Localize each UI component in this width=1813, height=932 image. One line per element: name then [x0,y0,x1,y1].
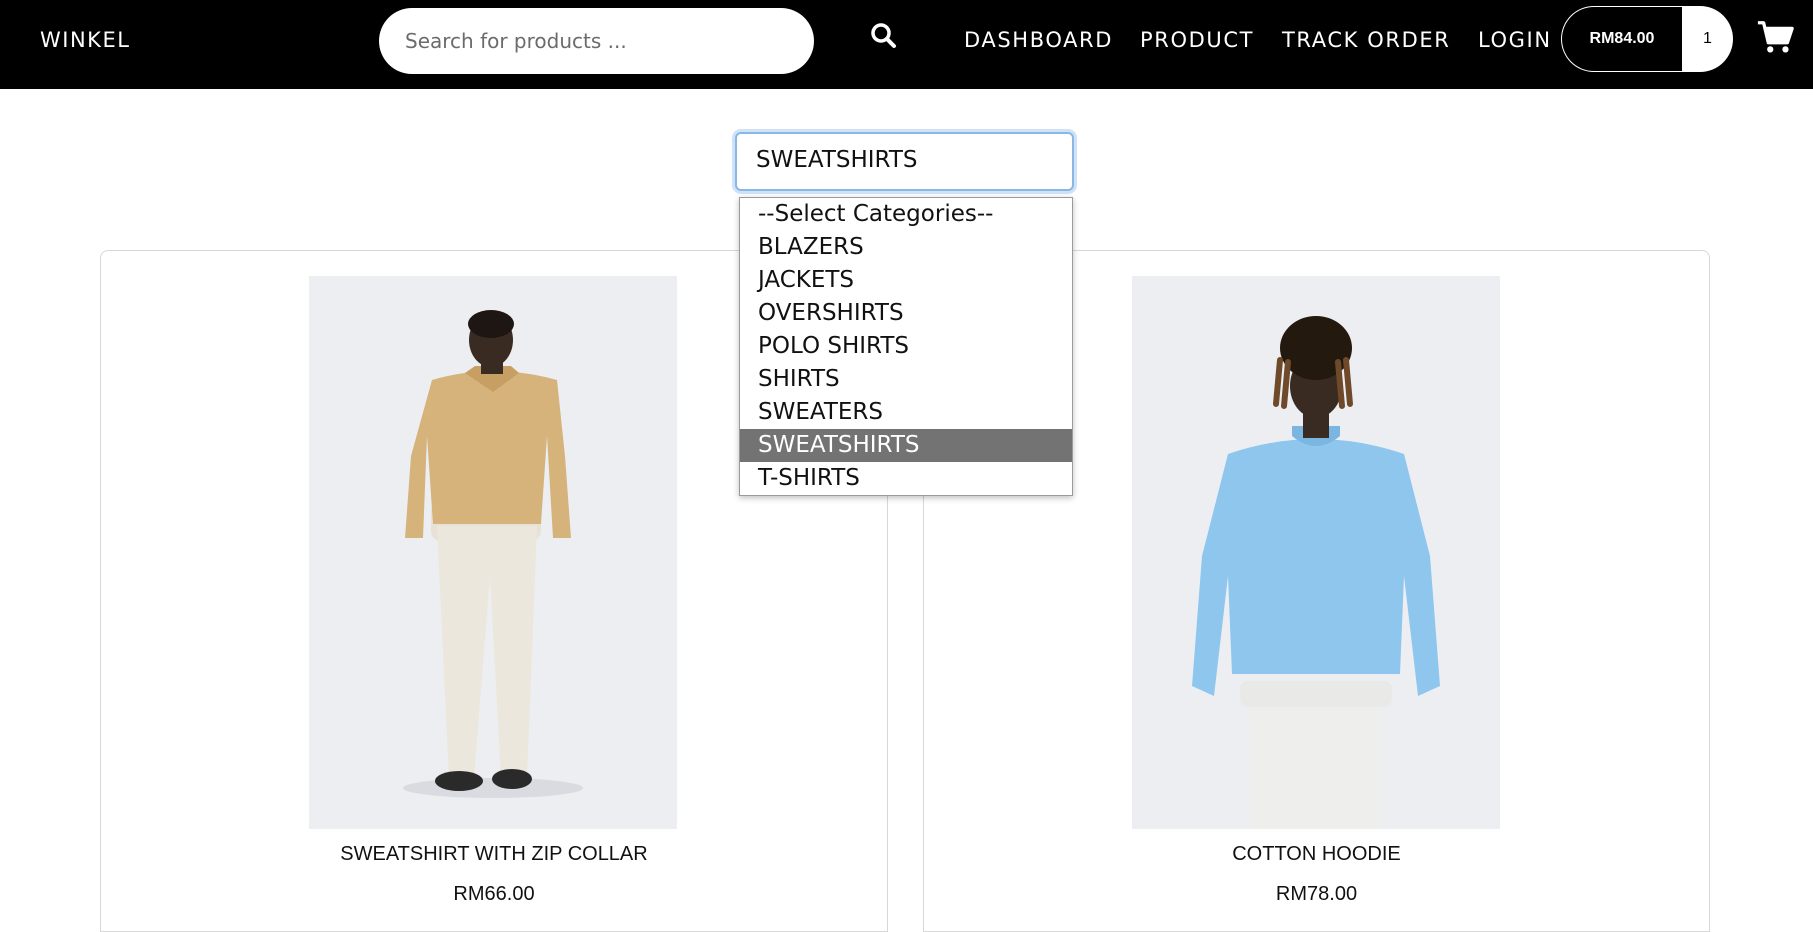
category-option[interactable]: --Select Categories-- [740,198,1072,231]
category-select[interactable]: SWEATSHIRTS [735,132,1074,191]
product-name[interactable]: COTTON HOODIE [924,843,1709,866]
category-option[interactable]: T-SHIRTS [740,462,1072,495]
cart-count-badge[interactable]: 1 [1682,6,1733,72]
nav-product[interactable]: PRODUCT [1140,28,1254,52]
nav-login[interactable]: LOGIN [1478,28,1552,52]
product-image[interactable] [1132,276,1500,829]
nav-dashboard[interactable]: DASHBOARD [964,28,1113,52]
brand-logo[interactable]: WINKEL [40,28,130,52]
category-option[interactable]: JACKETS [740,264,1072,297]
search-icon[interactable] [868,20,900,52]
category-option[interactable]: BLAZERS [740,231,1072,264]
category-option-selected[interactable]: SWEATSHIRTS [740,429,1072,462]
category-option[interactable]: SHIRTS [740,363,1072,396]
category-option[interactable]: POLO SHIRTS [740,330,1072,363]
cart-amount[interactable]: RM84.00 [1561,6,1682,72]
cart-icon[interactable] [1756,18,1794,56]
category-option[interactable]: SWEATERS [740,396,1072,429]
product-image[interactable] [309,276,677,829]
category-dropdown-list: --Select Categories-- BLAZERS JACKETS OV… [739,197,1073,496]
nav-track-order[interactable]: TRACK ORDER [1282,28,1450,52]
product-price: RM78.00 [1275,883,1358,905]
category-option[interactable]: OVERSHIRTS [740,297,1072,330]
product-name[interactable]: SWEATSHIRT WITH ZIP COLLAR [101,843,887,866]
search-input[interactable] [379,8,814,74]
product-price: RM66.00 [453,883,535,905]
navbar: WINKEL DASHBOARD PRODUCT TRACK ORDER LOG… [0,0,1813,89]
